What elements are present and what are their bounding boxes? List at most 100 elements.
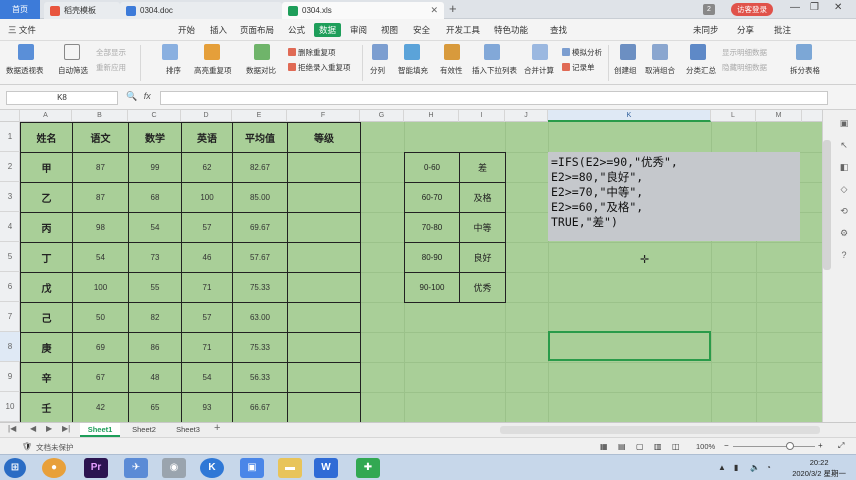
menu-insert[interactable]: 插入: [210, 24, 227, 36]
menu-data[interactable]: 数据: [314, 23, 342, 37]
cell-english[interactable]: 93: [181, 392, 233, 422]
view-page-icon[interactable]: ▤: [618, 442, 626, 451]
cell-chinese[interactable]: 87: [72, 182, 129, 213]
row-header[interactable]: 6: [0, 272, 20, 302]
grade-label[interactable]: 优秀: [459, 272, 506, 303]
visitor-login-button[interactable]: 访客登录: [731, 3, 773, 16]
grade-range[interactable]: 80-90: [404, 242, 460, 273]
cell-chinese[interactable]: 87: [72, 152, 129, 183]
side-cursor-icon[interactable]: ↖: [837, 140, 851, 154]
cell-name[interactable]: 乙: [20, 182, 73, 213]
minimize-icon[interactable]: —: [790, 2, 800, 13]
side-backup-icon[interactable]: ⟲: [837, 206, 851, 220]
cell-english[interactable]: 54: [181, 362, 233, 393]
menu-security[interactable]: 安全: [413, 24, 430, 36]
tray-volume-icon[interactable]: 🔈: [750, 463, 760, 472]
grade-range[interactable]: 90-100: [404, 272, 460, 303]
header-grade[interactable]: 等级: [287, 122, 361, 153]
ungroup-button[interactable]: 取消组合: [645, 65, 675, 76]
column-header[interactable]: B: [72, 110, 128, 122]
cell-name[interactable]: 丁: [20, 242, 73, 273]
formula-input[interactable]: [160, 91, 828, 105]
close-window-icon[interactable]: ✕: [834, 2, 842, 13]
cell-math[interactable]: 82: [128, 302, 182, 333]
tab-docer[interactable]: 稻壳模板: [44, 2, 120, 19]
cell-english[interactable]: 46: [181, 242, 233, 273]
prev-sheet-icon[interactable]: ◀: [30, 424, 36, 433]
cell-chinese[interactable]: 67: [72, 362, 129, 393]
cell-chinese[interactable]: 42: [72, 392, 129, 422]
protection-status[interactable]: 文档未保护: [36, 442, 74, 453]
cell-name[interactable]: 戊: [20, 272, 73, 303]
selected-cell-k8[interactable]: [548, 331, 711, 361]
cell-math[interactable]: 55: [128, 272, 182, 303]
remove-duplicates-button[interactable]: 删除重复项: [288, 47, 336, 58]
column-header[interactable]: M: [756, 110, 802, 122]
data-compare-button[interactable]: 数据对比: [246, 65, 276, 76]
show-detail-button[interactable]: 显示明细数据: [722, 47, 767, 58]
sheet-tab-1[interactable]: Sheet1: [80, 423, 120, 437]
cell-name[interactable]: 辛: [20, 362, 73, 393]
start-button-icon[interactable]: ⊞: [4, 458, 26, 478]
cell-average[interactable]: 75.33: [232, 272, 288, 303]
grade-range[interactable]: 60-70: [404, 182, 460, 213]
fullscreen-icon[interactable]: ⤢: [838, 441, 844, 451]
tray-battery-icon[interactable]: ▮: [734, 463, 738, 472]
zoom-slider-knob[interactable]: [786, 442, 794, 450]
tray-chevron-icon[interactable]: ▲: [718, 463, 726, 472]
column-header[interactable]: D: [181, 110, 232, 122]
row-header[interactable]: 3: [0, 182, 20, 212]
header-name[interactable]: 姓名: [20, 122, 73, 153]
premiere-icon[interactable]: Pr: [84, 458, 108, 478]
column-header[interactable]: A: [20, 110, 72, 122]
sheet-tab-3[interactable]: Sheet3: [168, 423, 208, 437]
header-chinese[interactable]: 语文: [72, 122, 129, 153]
cell-math[interactable]: 48: [128, 362, 182, 393]
column-header[interactable]: I: [459, 110, 505, 122]
cell-math[interactable]: 86: [128, 332, 182, 363]
grade-label[interactable]: 及格: [459, 182, 506, 213]
cell-grade[interactable]: [287, 182, 361, 213]
insert-dropdown-button[interactable]: 插入下拉列表: [472, 65, 517, 76]
view-normal-icon[interactable]: ▦: [600, 442, 608, 451]
view-focus-icon[interactable]: ◫: [672, 442, 680, 451]
header-average[interactable]: 平均值: [232, 122, 288, 153]
row-header[interactable]: 1: [0, 122, 20, 152]
wps-writer-icon[interactable]: W: [314, 458, 338, 478]
row-header[interactable]: 5: [0, 242, 20, 272]
menu-features[interactable]: 特色功能: [494, 24, 528, 36]
screenshot-icon[interactable]: ▣: [240, 458, 264, 478]
cell-name[interactable]: 丙: [20, 212, 73, 243]
fx-icon[interactable]: fx: [144, 91, 151, 101]
header-english[interactable]: 英语: [181, 122, 233, 153]
subtotal-button[interactable]: 分类汇总: [686, 65, 716, 76]
grade-label[interactable]: 良好: [459, 242, 506, 273]
row-header[interactable]: 9: [0, 362, 20, 392]
column-header[interactable]: E: [232, 110, 287, 122]
cell-grade[interactable]: [287, 332, 361, 363]
split-column-button[interactable]: 分列: [370, 65, 385, 76]
reapply-button[interactable]: 重新应用: [96, 62, 126, 73]
side-settings-icon[interactable]: ⚙: [837, 228, 851, 242]
last-sheet-icon[interactable]: ▶|: [62, 424, 70, 433]
folder-icon[interactable]: ▬: [278, 458, 302, 478]
maximize-icon[interactable]: ❐: [810, 2, 819, 13]
cell-math[interactable]: 68: [128, 182, 182, 213]
cell-grade[interactable]: [287, 392, 361, 422]
split-table-button[interactable]: 拆分表格: [790, 65, 820, 76]
validity-button[interactable]: 有效性: [440, 65, 463, 76]
cell-english[interactable]: 62: [181, 152, 233, 183]
grade-range[interactable]: 0-60: [404, 152, 460, 183]
cell-average[interactable]: 85.00: [232, 182, 288, 213]
menu-file[interactable]: 三 文件: [8, 24, 36, 36]
cell-chinese[interactable]: 98: [72, 212, 129, 243]
cell-grade[interactable]: [287, 152, 361, 183]
menu-comment[interactable]: 批注: [774, 24, 791, 36]
system-clock[interactable]: 20:22 2020/3/2 星期一: [792, 457, 846, 479]
column-header[interactable]: H: [404, 110, 459, 122]
consolidate-button[interactable]: 合并计算: [524, 65, 554, 76]
zoom-level[interactable]: 100%: [696, 442, 715, 451]
first-sheet-icon[interactable]: |◀: [8, 424, 16, 433]
cell-average[interactable]: 66.67: [232, 392, 288, 422]
cell-math[interactable]: 99: [128, 152, 182, 183]
